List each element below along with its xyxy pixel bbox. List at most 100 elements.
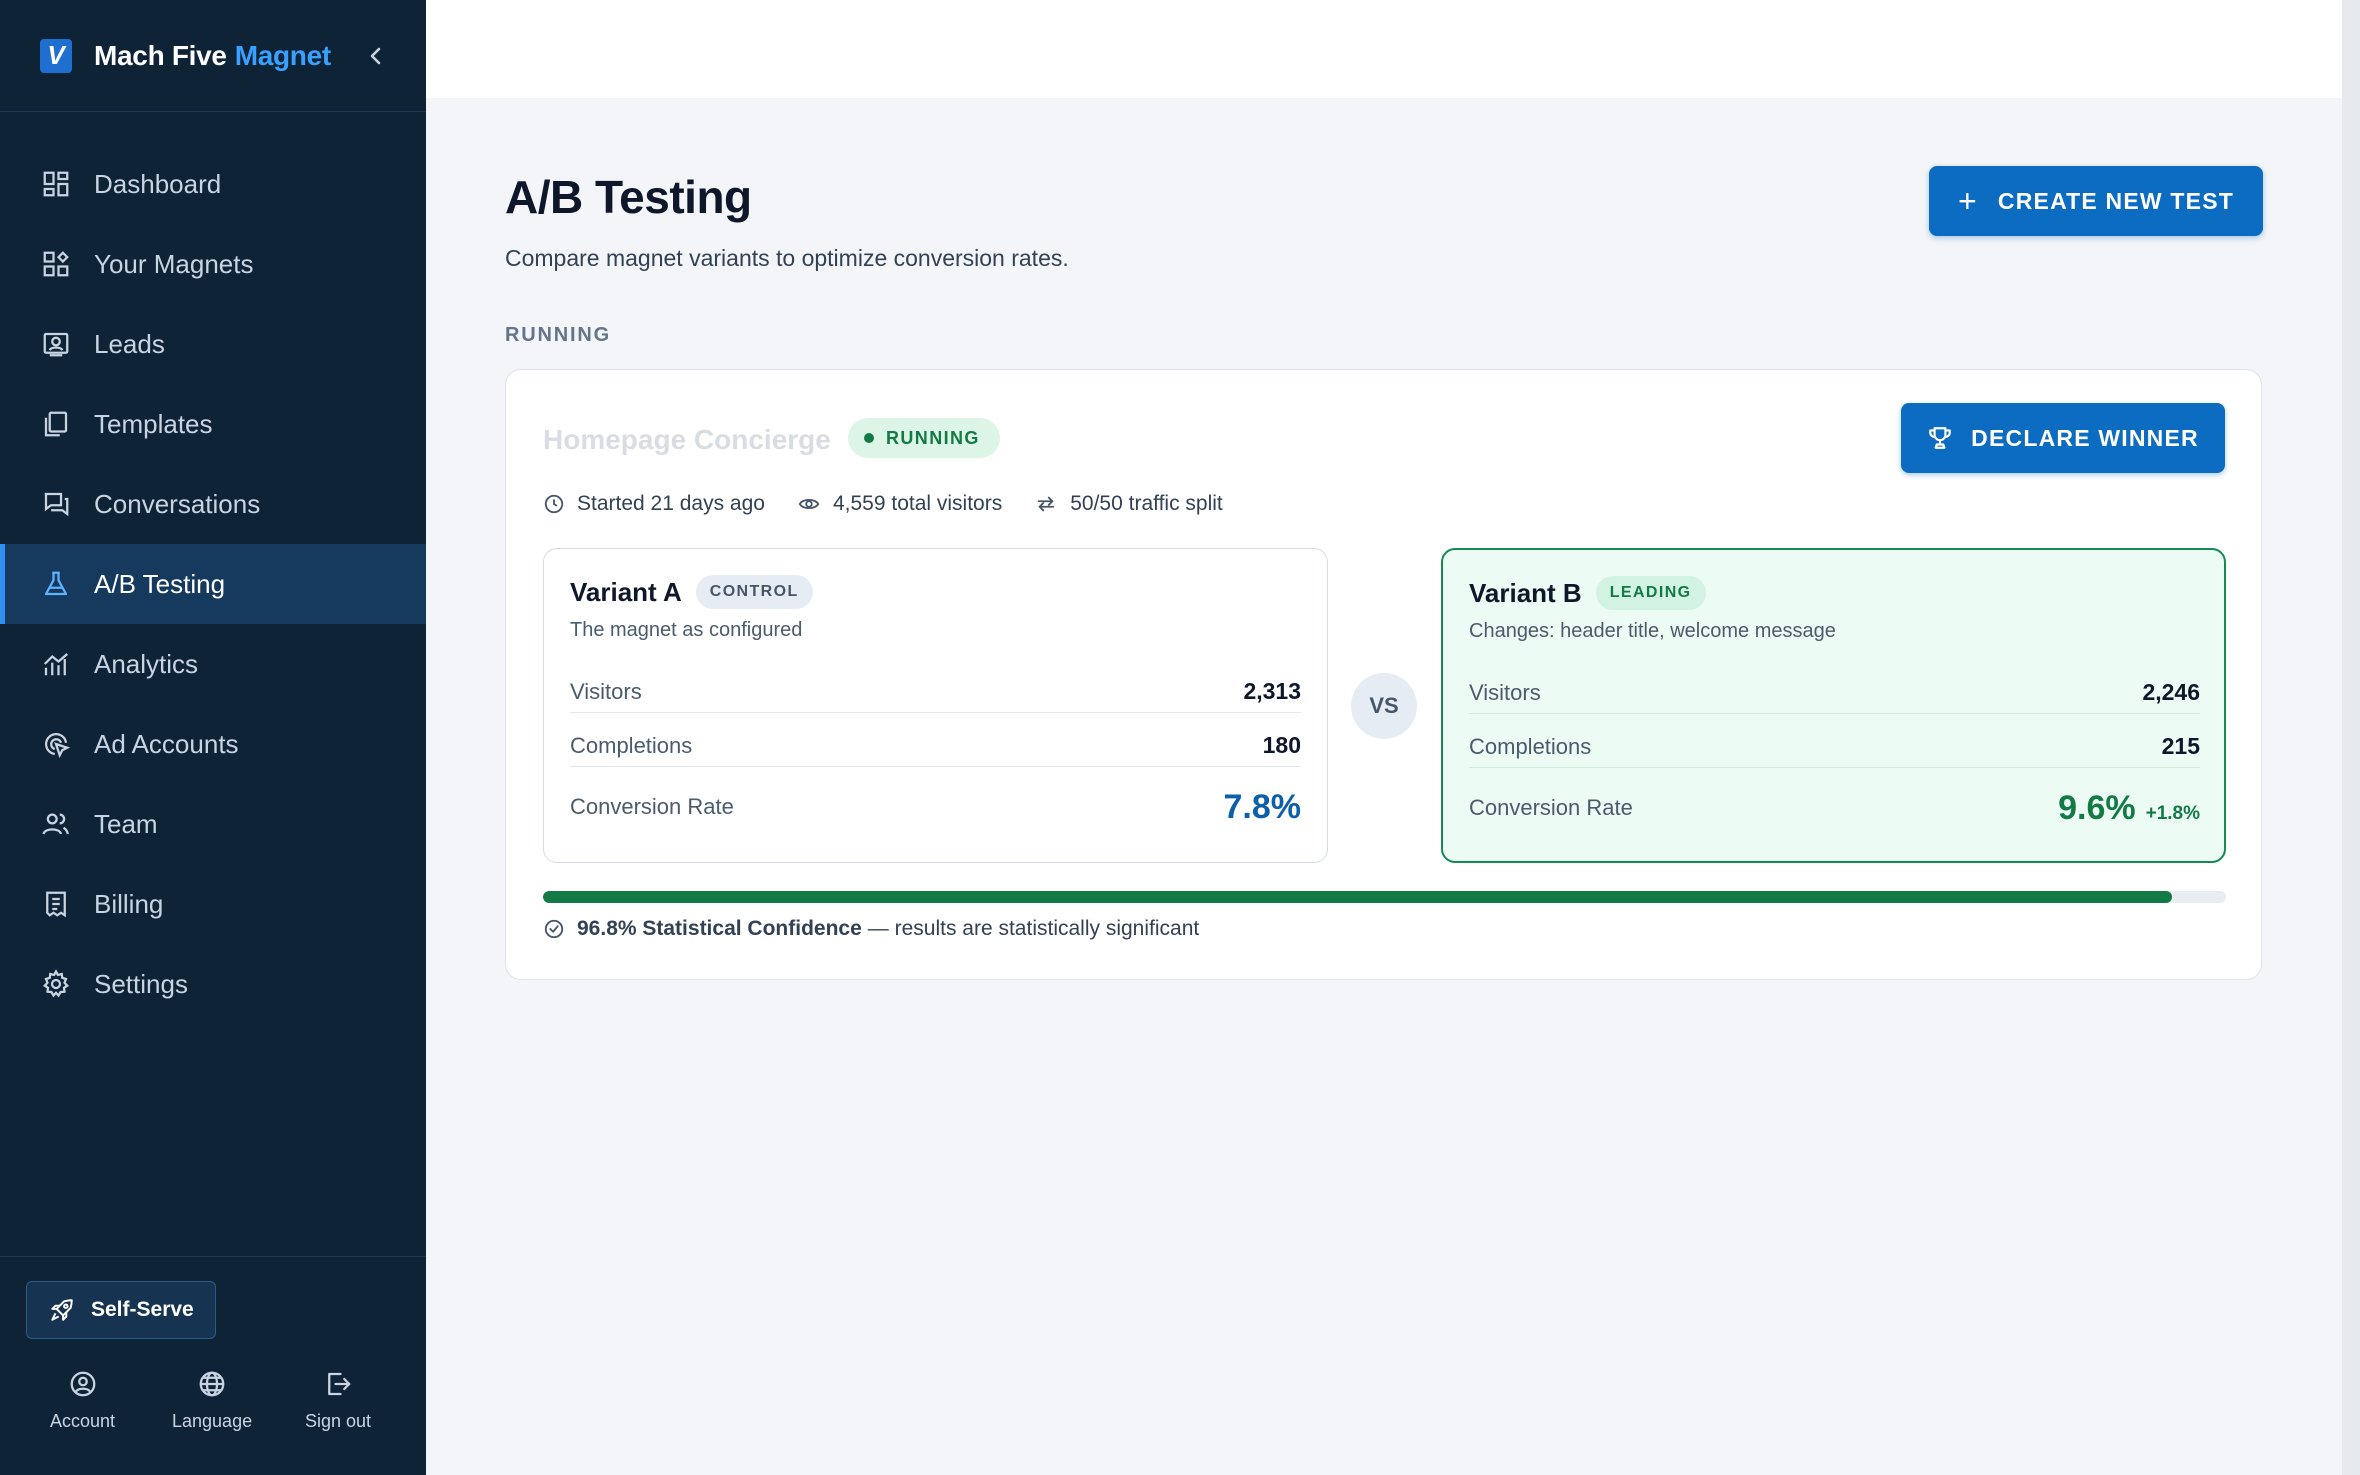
variant-a-rate-row: Conversion Rate 7.8% bbox=[570, 779, 1301, 835]
trophy-icon bbox=[1927, 425, 1953, 451]
ab-test-card: Homepage Concierge RUNNING DECLARE WINNE… bbox=[505, 369, 2262, 980]
clock-icon bbox=[543, 493, 565, 515]
variant-title: Variant A CONTROL bbox=[570, 575, 813, 609]
test-meta: Started 21 days ago 4,559 total visitors… bbox=[543, 492, 1255, 516]
meta-visitors-text: 4,559 total visitors bbox=[832, 492, 1003, 515]
variant-a-completions-row: Completions 180 bbox=[570, 725, 1301, 767]
billing-icon bbox=[40, 888, 72, 920]
chevron-left-icon bbox=[370, 47, 381, 65]
sidebar-item-label: Billing bbox=[94, 888, 164, 919]
conversion-rate-label: Conversion Rate bbox=[570, 794, 734, 819]
sign-out-label: Sign out bbox=[305, 1411, 372, 1431]
test-name[interactable]: Homepage Concierge bbox=[543, 424, 831, 456]
completions-label: Completions bbox=[570, 732, 693, 758]
rocket-icon bbox=[49, 1297, 75, 1323]
sidebar-item-label: Settings bbox=[94, 968, 188, 999]
conversion-lift-value: +1.8% bbox=[2145, 802, 2200, 824]
sidebar-item-your-magnets[interactable]: Your Magnets bbox=[0, 224, 426, 304]
status-dot-icon bbox=[864, 433, 874, 443]
variant-a-description: The magnet as configured bbox=[570, 619, 803, 641]
sidebar-item-label: Dashboard bbox=[94, 168, 222, 199]
collapse-sidebar-button[interactable] bbox=[360, 38, 392, 74]
control-badge: CONTROL bbox=[695, 575, 813, 609]
create-new-test-label: CREATE NEW TEST bbox=[1997, 187, 2234, 214]
create-new-test-button[interactable]: + CREATE NEW TEST bbox=[1929, 166, 2263, 236]
check-circle-icon bbox=[543, 918, 565, 940]
sidebar-footer: Self-Serve Account Language Sign out bbox=[0, 1256, 426, 1475]
self-serve-label: Self-Serve bbox=[91, 1298, 194, 1321]
visitors-label: Visitors bbox=[570, 678, 642, 704]
sidebar-item-analytics[interactable]: Analytics bbox=[0, 624, 426, 704]
meta-started-text: Started 21 days ago bbox=[577, 492, 765, 515]
sidebar: V Mach Five Magnet Dashboard Your Magnets… bbox=[0, 0, 426, 1475]
visitors-label: Visitors bbox=[1469, 679, 1541, 705]
gear-icon bbox=[40, 968, 72, 1000]
eye-icon bbox=[797, 493, 821, 515]
globe-icon bbox=[197, 1367, 227, 1401]
variant-a-title: Variant A bbox=[570, 576, 682, 607]
sidebar-item-label: Your Magnets bbox=[94, 248, 254, 279]
vs-badge: VS bbox=[1351, 673, 1417, 739]
section-label-running: RUNNING bbox=[505, 324, 611, 346]
plus-icon: + bbox=[1958, 183, 1978, 219]
scrollbar[interactable] bbox=[2342, 0, 2360, 1475]
account-label: Account bbox=[50, 1411, 116, 1431]
conversion-rate-value: 9.6% bbox=[2058, 788, 2136, 827]
confidence-progress-bar bbox=[543, 891, 2226, 903]
variant-b-card[interactable]: Variant B LEADING Changes: header title,… bbox=[1441, 548, 2226, 863]
variant-title: Variant B LEADING bbox=[1469, 576, 1706, 610]
variant-a-card[interactable]: Variant A CONTROL The magnet as configur… bbox=[543, 548, 1328, 863]
sidebar-item-label: Conversations bbox=[94, 488, 261, 519]
variant-b-title: Variant B bbox=[1469, 577, 1582, 608]
visitors-value: 2,246 bbox=[2142, 679, 2200, 705]
leads-icon bbox=[40, 328, 72, 360]
self-serve-button[interactable]: Self-Serve bbox=[26, 1281, 216, 1339]
top-bar bbox=[426, 0, 2342, 98]
meta-started: Started 21 days ago bbox=[543, 492, 765, 516]
sidebar-item-billing[interactable]: Billing bbox=[0, 864, 426, 944]
status-label: RUNNING bbox=[886, 427, 980, 448]
account-icon bbox=[68, 1367, 98, 1401]
language-button[interactable]: Language bbox=[172, 1367, 252, 1432]
ad-accounts-icon bbox=[40, 728, 72, 760]
confidence-label: 96.8% Statistical Confidence bbox=[577, 917, 862, 940]
conversion-rate-label: Conversion Rate bbox=[1469, 795, 1633, 820]
sidebar-item-conversations[interactable]: Conversations bbox=[0, 464, 426, 544]
conversations-icon bbox=[40, 488, 72, 520]
confidence-summary: 96.8% Statistical Confidence — results a… bbox=[543, 917, 1199, 941]
dashboard-icon bbox=[40, 168, 72, 200]
variant-b-rate-row: Conversion Rate 9.6% +1.8% bbox=[1469, 780, 2200, 836]
visitors-value: 2,313 bbox=[1243, 678, 1301, 704]
brand-name-accent: Magnet bbox=[234, 39, 332, 71]
analytics-icon bbox=[40, 648, 72, 680]
account-button[interactable]: Account bbox=[50, 1367, 115, 1432]
meta-traffic-split-text: 50/50 traffic split bbox=[1070, 492, 1223, 515]
language-label: Language bbox=[172, 1411, 253, 1431]
sign-out-button[interactable]: Sign out bbox=[305, 1367, 371, 1432]
confidence-note: — results are statistically significant bbox=[867, 917, 1200, 940]
leading-badge: LEADING bbox=[1595, 576, 1706, 610]
completions-label: Completions bbox=[1469, 733, 1592, 759]
sidebar-item-label: Analytics bbox=[94, 648, 199, 679]
sign-out-icon bbox=[323, 1367, 353, 1401]
conversion-rate-value: 7.8% bbox=[1223, 787, 1302, 826]
declare-winner-button[interactable]: DECLARE WINNER bbox=[1901, 403, 2225, 473]
brand-name: Mach Five Magnet bbox=[94, 40, 331, 72]
variant-b-description: Changes: header title, welcome message bbox=[1469, 620, 1836, 642]
sidebar-item-team[interactable]: Team bbox=[0, 784, 426, 864]
sidebar-item-label: Templates bbox=[94, 408, 213, 439]
sidebar-item-ad-accounts[interactable]: Ad Accounts bbox=[0, 704, 426, 784]
declare-winner-label: DECLARE WINNER bbox=[1971, 424, 2199, 451]
sidebar-item-templates[interactable]: Templates bbox=[0, 384, 426, 464]
sidebar-item-ab-testing[interactable]: A/B Testing bbox=[0, 544, 426, 624]
sidebar-nav: Dashboard Your Magnets Leads Templates C… bbox=[0, 112, 426, 1024]
variant-a-visitors-row: Visitors 2,313 bbox=[570, 671, 1301, 713]
sidebar-item-label: Leads bbox=[94, 328, 165, 359]
brand-logo: V bbox=[40, 38, 72, 73]
conversion-rate-group: 9.6% +1.8% bbox=[2058, 789, 2200, 828]
templates-icon bbox=[40, 408, 72, 440]
completions-value: 215 bbox=[2161, 733, 2200, 759]
sidebar-item-settings[interactable]: Settings bbox=[0, 944, 426, 1024]
sidebar-item-dashboard[interactable]: Dashboard bbox=[0, 144, 426, 224]
sidebar-item-leads[interactable]: Leads bbox=[0, 304, 426, 384]
